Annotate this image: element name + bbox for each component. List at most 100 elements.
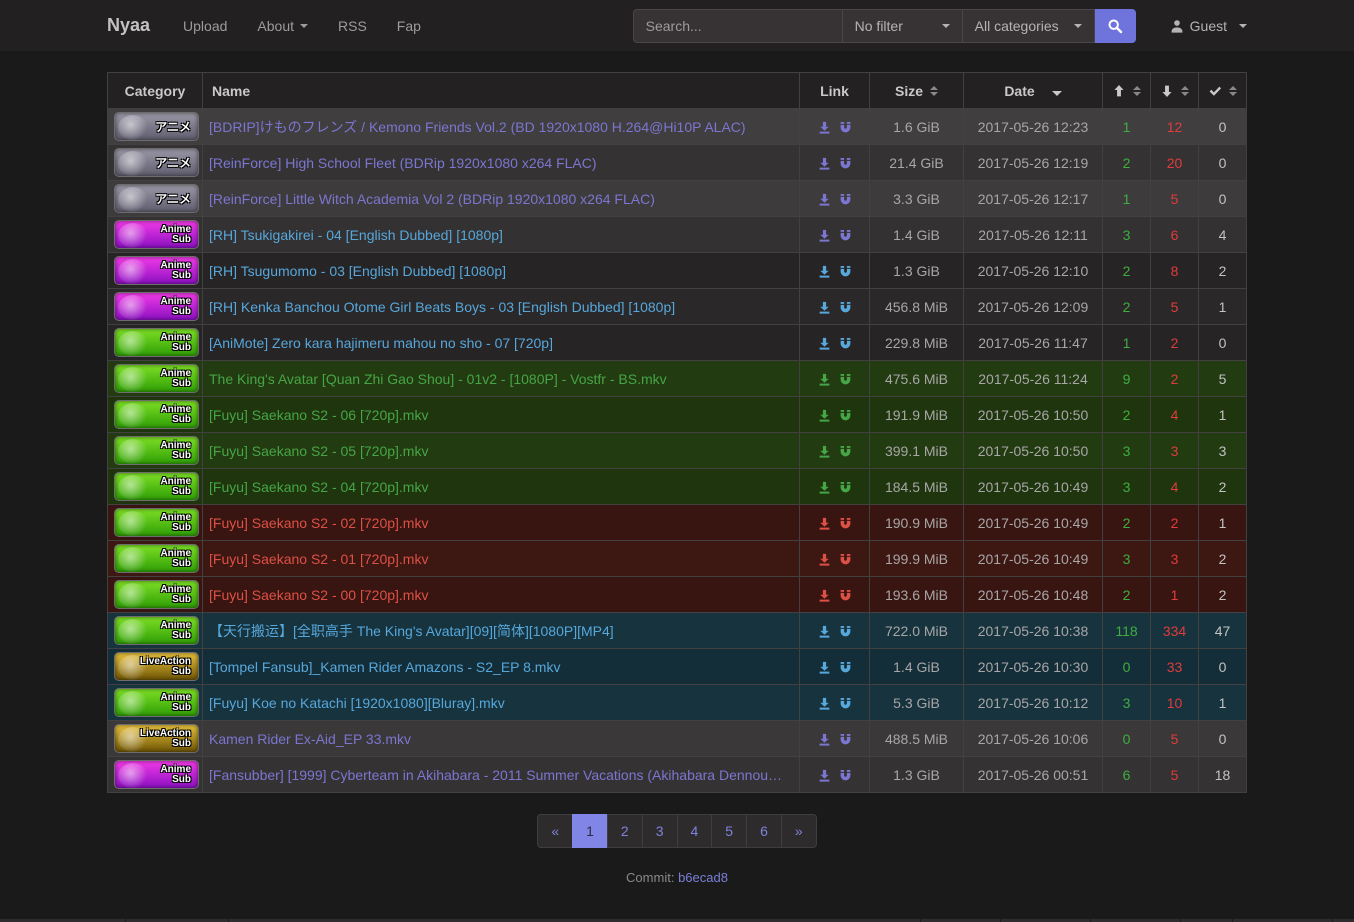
magnet-link[interactable] — [839, 769, 852, 782]
brand-link[interactable]: Nyaa — [107, 15, 150, 36]
nav-item-rss[interactable]: RSS — [323, 0, 382, 51]
category-icon-anime-sub-magenta[interactable]: AnimeSub — [114, 760, 199, 789]
nav-item-fap[interactable]: Fap — [382, 0, 436, 51]
torrent-name-link[interactable]: [RH] Kenka Banchou Otome Girl Beats Boys… — [209, 299, 793, 315]
nav-item-upload[interactable]: Upload — [168, 0, 242, 51]
torrent-name-link[interactable]: [Fuyu] Saekano S2 - 02 [720p].mkv — [209, 515, 793, 531]
magnet-link[interactable] — [839, 517, 852, 530]
column-header-completed[interactable] — [1199, 73, 1247, 109]
category-icon-liveaction-sub[interactable]: LiveActionSub — [114, 652, 199, 681]
pagination-page-3[interactable]: 3 — [642, 814, 678, 848]
category-icon-anime-raw[interactable]: アニメ — [114, 112, 199, 141]
download-link[interactable] — [818, 301, 831, 314]
download-link[interactable] — [818, 121, 831, 134]
column-header-leechers[interactable] — [1151, 73, 1199, 109]
category-icon-anime-sub-magenta[interactable]: AnimeSub — [114, 256, 199, 285]
filter-select[interactable]: No filter — [843, 9, 963, 43]
magnet-link[interactable] — [839, 445, 852, 458]
category-icon-anime-sub-green[interactable]: AnimeSub — [114, 472, 199, 501]
torrent-name-link[interactable]: [ReinForce] High School Fleet (BDRip 192… — [209, 155, 793, 171]
torrent-name-link[interactable]: [Fuyu] Saekano S2 - 05 [720p].mkv — [209, 443, 793, 459]
magnet-link[interactable] — [839, 337, 852, 350]
pagination-page-4[interactable]: 4 — [677, 814, 713, 848]
category-icon-anime-sub-green[interactable]: AnimeSub — [114, 544, 199, 573]
column-header-seeders[interactable] — [1103, 73, 1151, 109]
magnet-link[interactable] — [839, 193, 852, 206]
magnet-link[interactable] — [839, 157, 852, 170]
torrent-name-link[interactable]: [Fansubber] [1999] Cyberteam in Akihabar… — [209, 767, 793, 783]
category-icon-anime-raw[interactable]: アニメ — [114, 184, 199, 213]
download-link[interactable] — [818, 337, 831, 350]
download-link[interactable] — [818, 517, 831, 530]
torrent-name-link[interactable]: Kamen Rider Ex-Aid_EP 33.mkv — [209, 731, 793, 747]
category-icon-anime-sub-magenta[interactable]: AnimeSub — [114, 220, 199, 249]
magnet-link[interactable] — [839, 625, 852, 638]
pagination-next[interactable]: » — [781, 814, 817, 848]
category-icon-anime-sub-green[interactable]: AnimeSub — [114, 328, 199, 357]
torrent-name-link[interactable]: The King's Avatar [Quan Zhi Gao Shou] - … — [209, 371, 793, 387]
torrent-name-link[interactable]: [Fuyu] Saekano S2 - 04 [720p].mkv — [209, 479, 793, 495]
download-link[interactable] — [818, 157, 831, 170]
pagination-page-6[interactable]: 6 — [746, 814, 782, 848]
download-link[interactable] — [818, 733, 831, 746]
category-icon-liveaction-sub[interactable]: LiveActionSub — [114, 724, 199, 753]
download-link[interactable] — [818, 445, 831, 458]
magnet-link[interactable] — [839, 589, 852, 602]
category-icon-anime-sub-green[interactable]: AnimeSub — [114, 616, 199, 645]
category-select[interactable]: All categories — [963, 9, 1095, 43]
torrent-name-link[interactable]: [ReinForce] Little Witch Academia Vol 2 … — [209, 191, 793, 207]
torrent-name-link[interactable]: [AniMote] Zero kara hajimeru mahou no sh… — [209, 335, 793, 351]
torrent-name-link[interactable]: [RH] Tsukigakirei - 04 [English Dubbed] … — [209, 227, 793, 243]
nav-item-about[interactable]: About — [242, 0, 323, 51]
category-icon-anime-sub-green[interactable]: AnimeSub — [114, 400, 199, 429]
torrent-name-link[interactable]: [Tompel Fansub]_Kamen Rider Amazons - S2… — [209, 659, 793, 675]
torrent-name-link[interactable]: [BDRIP]けものフレンズ / Kemono Friends Vol.2 (B… — [209, 117, 793, 137]
category-icon-anime-sub-green[interactable]: AnimeSub — [114, 580, 199, 609]
download-link[interactable] — [818, 625, 831, 638]
magnet-link[interactable] — [839, 301, 852, 314]
download-link[interactable] — [818, 373, 831, 386]
torrent-name-link[interactable]: [Fuyu] Koe no Katachi [1920x1080][Bluray… — [209, 695, 793, 711]
magnet-link[interactable] — [839, 229, 852, 242]
download-link[interactable] — [818, 697, 831, 710]
magnet-link[interactable] — [839, 733, 852, 746]
category-icon-anime-sub-green[interactable]: AnimeSub — [114, 436, 199, 465]
download-link[interactable] — [818, 409, 831, 422]
magnet-link[interactable] — [839, 373, 852, 386]
category-icon-anime-sub-green[interactable]: AnimeSub — [114, 688, 199, 717]
magnet-link[interactable] — [839, 121, 852, 134]
commit-link[interactable]: b6ecad8 — [678, 870, 728, 885]
magnet-link[interactable] — [839, 661, 852, 674]
category-icon-anime-sub-green[interactable]: AnimeSub — [114, 364, 199, 393]
pagination-page-2[interactable]: 2 — [607, 814, 643, 848]
download-link[interactable] — [818, 265, 831, 278]
magnet-link[interactable] — [839, 553, 852, 566]
search-input[interactable] — [633, 9, 843, 43]
pagination-page-1[interactable]: 1 — [572, 814, 608, 848]
pagination-page-5[interactable]: 5 — [711, 814, 747, 848]
torrent-name-link[interactable]: 【天行搬运】[全职高手 The King's Avatar][09][简体][1… — [209, 621, 793, 641]
download-link[interactable] — [818, 229, 831, 242]
download-link[interactable] — [818, 193, 831, 206]
download-link[interactable] — [818, 481, 831, 494]
download-link[interactable] — [818, 661, 831, 674]
torrent-name-link[interactable]: [RH] Tsugumomo - 03 [English Dubbed] [10… — [209, 263, 793, 279]
torrent-name-link[interactable]: [Fuyu] Saekano S2 - 01 [720p].mkv — [209, 551, 793, 567]
torrent-name-link[interactable]: [Fuyu] Saekano S2 - 00 [720p].mkv — [209, 587, 793, 603]
magnet-link[interactable] — [839, 265, 852, 278]
pagination-prev[interactable]: « — [537, 814, 573, 848]
column-header-date[interactable]: Date — [964, 73, 1103, 109]
magnet-link[interactable] — [839, 409, 852, 422]
download-link[interactable] — [818, 589, 831, 602]
magnet-link[interactable] — [839, 697, 852, 710]
category-icon-anime-sub-green[interactable]: AnimeSub — [114, 508, 199, 537]
download-link[interactable] — [818, 769, 831, 782]
user-menu[interactable]: Guest — [1170, 18, 1247, 34]
magnet-link[interactable] — [839, 481, 852, 494]
category-icon-anime-raw[interactable]: アニメ — [114, 148, 199, 177]
category-icon-anime-sub-magenta[interactable]: AnimeSub — [114, 292, 199, 321]
search-button[interactable] — [1095, 9, 1136, 43]
download-link[interactable] — [818, 553, 831, 566]
column-header-size[interactable]: Size — [870, 73, 964, 109]
torrent-name-link[interactable]: [Fuyu] Saekano S2 - 06 [720p].mkv — [209, 407, 793, 423]
